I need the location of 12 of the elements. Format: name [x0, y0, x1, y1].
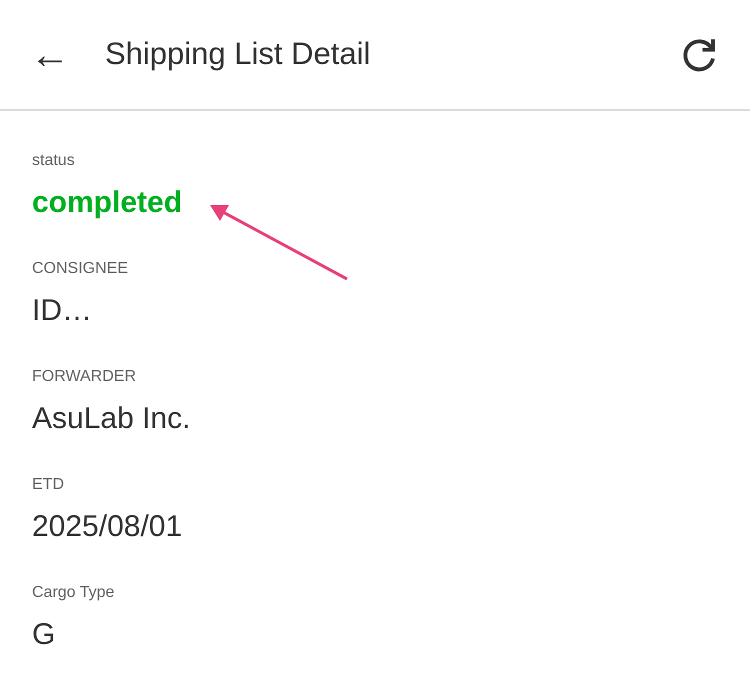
page-title: Shipping List Detail [105, 35, 370, 74]
field-label: Cargo Type [32, 583, 116, 603]
field-value: G [32, 619, 56, 651]
field-label: FORWARDER [32, 367, 137, 387]
status-value: completed [32, 187, 182, 219]
field-value: AsuLab Inc. [32, 403, 190, 435]
back-button[interactable]: ← [30, 34, 70, 74]
field-value: 2025/08/01 [32, 511, 182, 543]
field-label: ETD [32, 475, 65, 495]
field-label: CONSIGNEE [32, 259, 130, 279]
field-value: ID… [32, 295, 92, 327]
field-label: status [32, 151, 76, 171]
